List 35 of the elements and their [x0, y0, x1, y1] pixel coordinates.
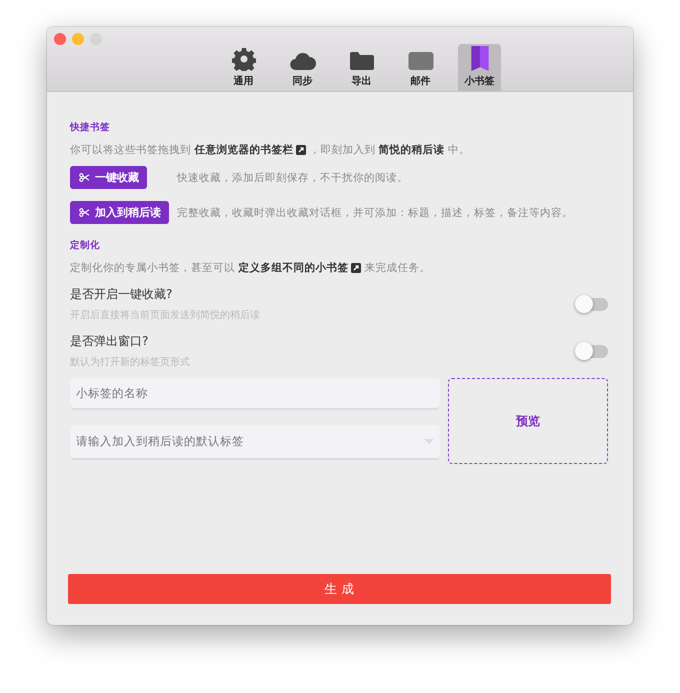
gear-icon	[232, 47, 256, 71]
generate-button[interactable]: 生 成	[68, 574, 611, 604]
minimize-button[interactable]	[72, 33, 84, 45]
setting-label: 是否弹出窗口?	[70, 333, 150, 350]
close-button[interactable]	[54, 33, 66, 45]
toolbar-tab[interactable]: 同步	[281, 44, 324, 91]
toolbar-tab[interactable]: 导出	[340, 44, 383, 91]
external-link-icon	[351, 263, 362, 273]
toolbar-tab[interactable]: 小书签	[458, 44, 501, 91]
toggle-switch[interactable]	[577, 298, 608, 310]
intro-text: 来完成任务。	[364, 261, 430, 275]
cloud-icon	[290, 51, 316, 71]
dropdown-caret-icon	[424, 439, 434, 444]
mail-icon	[408, 51, 434, 71]
bookmarklet-button[interactable]: 加入到稍后读	[70, 201, 169, 224]
external-link-icon	[296, 145, 306, 155]
bookmark-icon	[470, 46, 490, 71]
intro-text: ，即刻加入到 简悦的稍后读 中。	[309, 143, 470, 157]
scissors-icon	[79, 173, 90, 182]
tag-dropdown[interactable]: 请输入加入到稍后读的默认标签	[70, 425, 440, 458]
intro-text: 定制化你的专属小书签，甚至可以 定义多组不同的小书签	[70, 261, 348, 275]
toolbar-tab[interactable]: 邮件	[399, 44, 442, 91]
name-field[interactable]: 小标签的名称	[70, 378, 440, 408]
section-title: 定制化	[70, 239, 101, 252]
toolbar-tab[interactable]: 通用	[222, 44, 265, 91]
toggle-switch[interactable]	[577, 344, 608, 358]
intro-text: 你可以将这些书签拖拽到 任意浏览器的书签栏	[70, 143, 294, 157]
preview-label: 预览	[516, 412, 540, 430]
bookmarklet-button[interactable]: 一键收藏	[70, 166, 147, 189]
bookmarklet-description: 快速收藏，添加后即刻保存，不干扰你的阅读。	[177, 170, 408, 184]
setting-label: 是否开启一键收藏?	[70, 286, 174, 303]
section-title: 快捷书签	[70, 121, 111, 134]
scissors-icon	[79, 208, 90, 217]
folder-icon	[348, 51, 374, 71]
bookmarklet-description: 完整收藏，收藏时弹出收藏对话框，并可添加：标题，描述，标签，备注等内容。	[177, 206, 573, 220]
